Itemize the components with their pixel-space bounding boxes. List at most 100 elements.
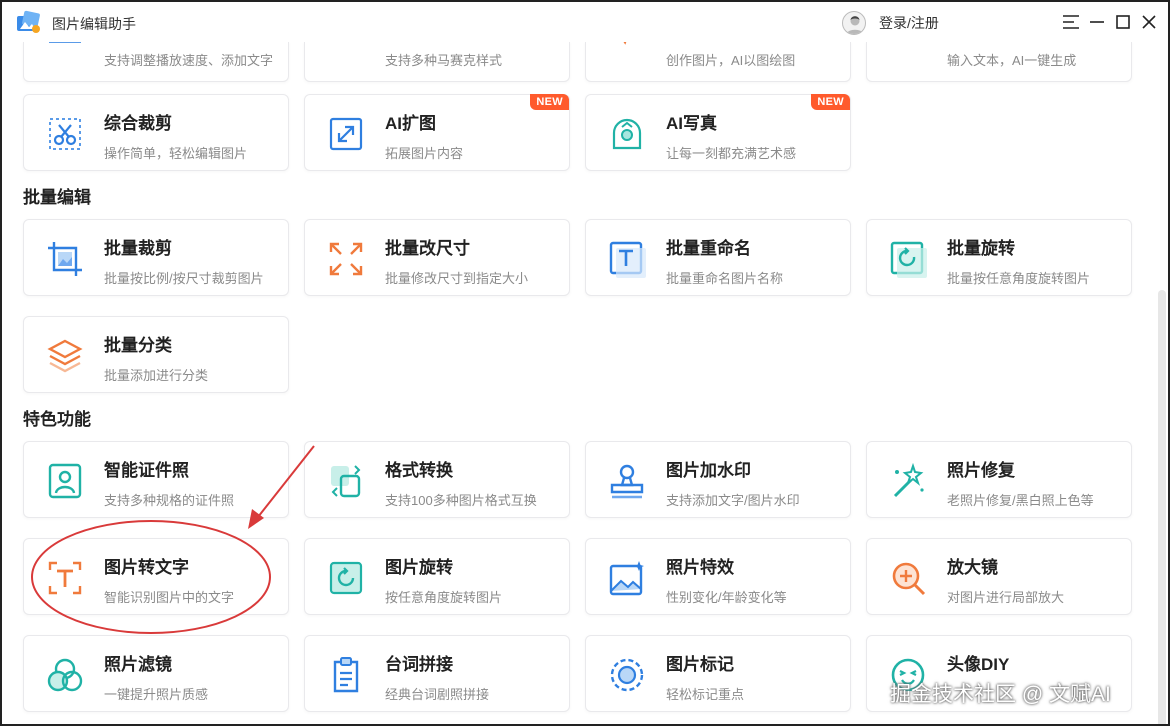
card-title: 智能证件照 <box>104 461 189 480</box>
maximize-icon[interactable] <box>1112 11 1134 33</box>
card-desc: 支持多种规格的证件照 <box>104 493 235 508</box>
card-desc: 拓展图片内容 <box>385 146 464 161</box>
feature-card-batch-resize[interactable]: 批量改尺寸 批量修改尺寸到指定大小 <box>304 219 570 296</box>
feature-card-photo-filter[interactable]: 照片滤镜 一键提升照片质感 <box>23 635 289 712</box>
menu-icon[interactable] <box>1060 11 1082 33</box>
card-title: 照片特效 <box>666 558 734 577</box>
feature-card-line-stitch[interactable]: 台词拼接 经典台词剧照拼接 <box>304 635 570 712</box>
new-badge: NEW <box>530 94 569 110</box>
card-title: AI写真 <box>666 114 717 133</box>
card-title: 格式转换 <box>385 461 453 480</box>
card-desc: 按任意角度旋转图片 <box>385 590 503 605</box>
feature-card-comprehensive-crop[interactable]: 综合裁剪 操作简单，轻松编辑图片 <box>23 94 289 171</box>
feature-card-batch-rename[interactable]: 批量重命名 批量重命名图片名称 <box>585 219 851 296</box>
card-title: 放大镜 <box>947 558 998 577</box>
card-title: 批量分类 <box>104 336 172 355</box>
feature-card-batch-classify[interactable]: 批量分类 批量添加进行分类 <box>23 316 289 393</box>
rename-text-icon <box>609 241 646 278</box>
feature-card-batch-rotate[interactable]: 批量旋转 批量按任意角度旋转图片 <box>866 219 1132 296</box>
video-edit-icon <box>49 42 81 43</box>
card-title: 照片滤镜 <box>104 655 172 674</box>
card-desc: 批量添加进行分类 <box>104 368 209 383</box>
card-desc: 支持添加文字/图片水印 <box>666 493 800 508</box>
section-title-featured: 特色功能 <box>23 410 91 429</box>
card-desc: 支持多种马赛克样式 <box>385 53 503 68</box>
feature-card-partial[interactable]: 支持调整播放速度、添加文字 <box>23 42 289 82</box>
card-desc: 对图片进行局部放大 <box>947 590 1065 605</box>
format-convert-icon <box>331 465 361 498</box>
feature-card-image-rotate[interactable]: 图片旋转 按任意角度旋转图片 <box>304 538 570 615</box>
rotate-icon <box>890 241 927 278</box>
card-desc: 智能识别图片中的文字 <box>104 590 235 605</box>
card-desc: 支持100多种图片格式互换 <box>385 493 537 508</box>
new-badge: NEW <box>811 94 850 110</box>
feature-card-format-convert[interactable]: 格式转换 支持100多种图片格式互换 <box>304 441 570 518</box>
feature-card-watermark[interactable]: 图片加水印 支持添加文字/图片水印 <box>585 441 851 518</box>
magnifier-icon <box>892 562 926 596</box>
card-title: 批量裁剪 <box>104 239 172 258</box>
minimize-icon[interactable] <box>1086 11 1108 33</box>
ai-draw-icon <box>623 42 627 45</box>
portrait-ai-icon <box>612 118 642 150</box>
card-desc: 操作简单，轻松编辑图片 <box>104 146 248 161</box>
card-title: 综合裁剪 <box>104 114 172 133</box>
feature-card-id-photo[interactable]: 智能证件照 支持多种规格的证件照 <box>23 441 289 518</box>
feature-card-magnifier[interactable]: 放大镜 对图片进行局部放大 <box>866 538 1132 615</box>
clipboard-icon <box>333 657 359 693</box>
crop-scissors-icon <box>49 118 81 150</box>
feature-card-ai-expand[interactable]: NEW AI扩图 拓展图片内容 <box>304 94 570 171</box>
feature-card-photo-effect[interactable]: 照片特效 性别变化/年龄变化等 <box>585 538 851 615</box>
feature-card-image-to-text[interactable]: 图片转文字 智能识别图片中的文字 <box>23 538 289 615</box>
card-desc: 输入文本，AI一键生成 <box>947 53 1077 68</box>
magic-wand-icon <box>893 462 924 498</box>
login-label: 登录/注册 <box>879 15 939 31</box>
layers-icon <box>47 339 83 373</box>
feature-card-photo-restore[interactable]: 照片修复 老照片修复/黑白照上色等 <box>866 441 1132 518</box>
card-desc: 创作图片，AI以图绘图 <box>666 53 796 68</box>
card-title: 图片加水印 <box>666 461 751 480</box>
text-to-image-icon <box>889 42 927 52</box>
card-title: 批量重命名 <box>666 239 751 258</box>
card-desc: 让每一刻都充满艺术感 <box>666 146 797 161</box>
card-title: 批量旋转 <box>947 239 1015 258</box>
mosaic-icon <box>327 42 365 52</box>
feature-card-partial[interactable]: 输入文本，AI一键生成 <box>866 42 1132 82</box>
id-photo-icon <box>48 463 82 499</box>
mark-target-icon <box>610 658 644 692</box>
feature-card-batch-crop[interactable]: 批量裁剪 批量按比例/按尺寸裁剪图片 <box>23 219 289 296</box>
card-desc: 批量按任意角度旋转图片 <box>947 271 1091 286</box>
app-title: 图片编辑助手 <box>52 16 136 32</box>
feature-card-ai-portrait[interactable]: NEW AI写真 让每一刻都充满艺术感 <box>585 94 851 171</box>
card-title: 图片转文字 <box>104 558 189 577</box>
feature-card-partial[interactable]: 创作图片，AI以图绘图 <box>585 42 851 82</box>
card-title: 台词拼接 <box>385 655 453 674</box>
app-logo-icon <box>17 10 40 33</box>
login-button[interactable]: 登录/注册 <box>842 11 939 35</box>
scrollbar[interactable] <box>1158 290 1166 724</box>
watermark-text: 掘金技术社区 @ 文赋AI <box>890 683 1111 706</box>
filter-circles-icon <box>47 658 83 692</box>
card-desc: 批量修改尺寸到指定大小 <box>385 271 529 286</box>
resize-icon <box>329 242 363 276</box>
card-desc: 老照片修复/黑白照上色等 <box>947 493 1094 508</box>
card-title: AI扩图 <box>385 114 436 133</box>
ocr-text-icon <box>48 561 82 595</box>
close-icon[interactable] <box>1138 11 1160 33</box>
expand-arrows-icon <box>329 117 363 151</box>
card-desc: 一键提升照片质感 <box>104 687 209 702</box>
image-rotate-icon <box>329 561 363 595</box>
feature-card-partial[interactable]: 支持多种马赛克样式 <box>304 42 570 82</box>
title-bar: 图片编辑助手 登录/注册 <box>2 2 1168 42</box>
feature-card-image-mark[interactable]: 图片标记 轻松标记重点 <box>585 635 851 712</box>
user-avatar-icon <box>842 11 866 35</box>
card-desc: 性别变化/年龄变化等 <box>666 590 787 605</box>
card-desc: 批量按比例/按尺寸裁剪图片 <box>104 271 264 286</box>
card-title: 批量改尺寸 <box>385 239 470 258</box>
card-desc: 支持调整播放速度、添加文字 <box>104 53 274 68</box>
card-title: 照片修复 <box>947 461 1015 480</box>
card-title: 图片标记 <box>666 655 734 674</box>
batch-crop-icon <box>48 242 82 276</box>
card-title: 图片旋转 <box>385 558 453 577</box>
photo-effect-icon <box>609 561 644 596</box>
card-desc: 轻松标记重点 <box>666 687 745 702</box>
